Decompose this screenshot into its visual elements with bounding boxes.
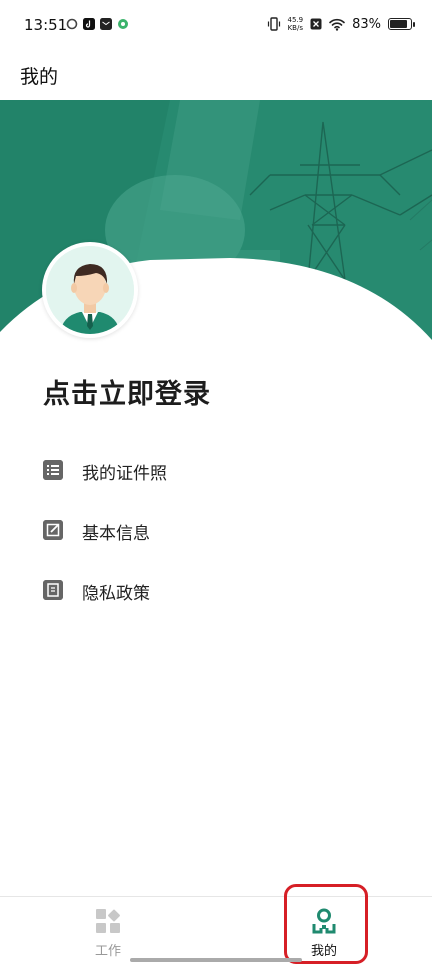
menu-item-id-photo[interactable]: 我的证件照 <box>0 440 432 496</box>
person-icon <box>312 908 336 934</box>
login-prompt[interactable]: 点击立即登录 <box>43 372 211 411</box>
status-bar: 13:51 45.9 KB/s 83% <box>0 0 432 52</box>
list-icon <box>43 460 63 480</box>
wifi-icon <box>329 18 345 31</box>
nav-item-label: 工作 <box>94 944 121 959</box>
sync-icon <box>66 18 78 30</box>
mail-icon <box>100 18 112 30</box>
menu-item-label: 隐私政策 <box>82 584 150 604</box>
network-speed-value: 45.9 <box>287 16 304 24</box>
nav-item-label: 我的 <box>310 944 337 959</box>
tiktok-icon <box>83 18 95 30</box>
avatar[interactable] <box>42 242 138 338</box>
header: 我的 <box>0 52 432 100</box>
menu-item-privacy-policy[interactable]: 隐私政策 <box>0 560 432 616</box>
home-indicator[interactable] <box>130 958 302 962</box>
edit-icon <box>43 520 63 540</box>
document-icon <box>43 580 63 600</box>
battery-level <box>390 20 407 28</box>
nav-item-work[interactable]: 工作 <box>48 897 168 964</box>
user-avatar-icon <box>46 246 134 334</box>
page-title: 我的 <box>20 66 59 88</box>
battery-percent: 83% <box>352 16 381 32</box>
bottom-nav: 工作 我的 <box>0 896 432 964</box>
no-sim-icon <box>310 18 322 30</box>
app-icon <box>118 19 128 29</box>
menu-item-basic-info[interactable]: 基本信息 <box>0 500 432 556</box>
vibrate-icon <box>267 17 280 31</box>
battery-icon <box>388 18 415 30</box>
menu-item-label: 我的证件照 <box>82 464 167 484</box>
network-speed: 45.9 KB/s <box>288 16 304 32</box>
nav-item-mine[interactable]: 我的 <box>264 897 384 964</box>
notification-icons <box>66 18 129 30</box>
grid-icon <box>96 909 120 933</box>
avatar-image <box>46 246 134 334</box>
status-time: 13:51 <box>24 16 68 34</box>
menu-item-label: 基本信息 <box>82 524 150 544</box>
status-indicators: 45.9 KB/s 83% <box>267 16 415 32</box>
network-speed-unit: KB/s <box>287 24 303 32</box>
